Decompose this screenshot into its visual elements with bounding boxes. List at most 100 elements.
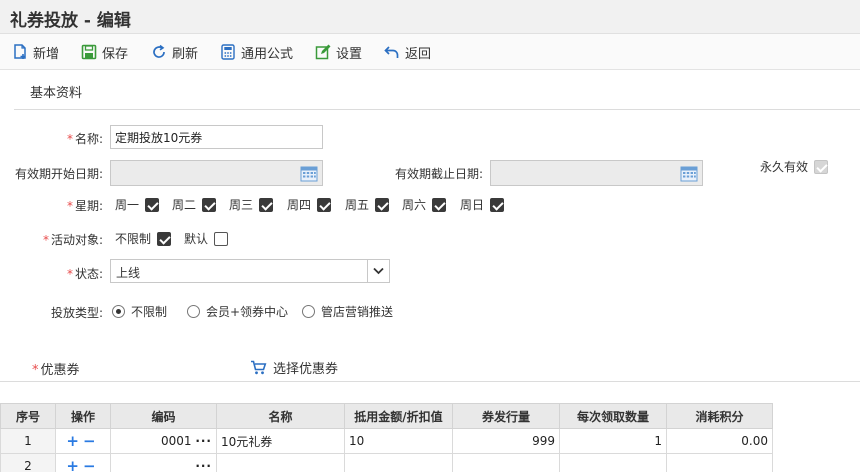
column-header: 编码 xyxy=(110,403,217,429)
name-cell: 10元礼券 xyxy=(216,428,345,454)
weekday-checkbox[interactable] xyxy=(432,197,447,212)
ops-cell: +− xyxy=(55,428,111,454)
amount-cell: 10 xyxy=(344,428,453,454)
seq-cell: 1 xyxy=(0,428,56,454)
refresh-button-label: 刷新 xyxy=(172,46,199,62)
dropdown-arrow[interactable] xyxy=(367,260,389,282)
table-row: 2 +− ··· xyxy=(0,453,773,472)
add-row-icon[interactable]: + xyxy=(66,457,83,472)
target-default-label: 默认 xyxy=(184,232,209,246)
weekday-checkbox[interactable] xyxy=(145,197,160,212)
status-select[interactable]: 上线 xyxy=(110,259,390,283)
section-divider xyxy=(14,109,860,110)
column-header: 每次领取数量 xyxy=(559,403,667,429)
back-button-label: 返回 xyxy=(405,46,432,62)
remove-row-icon[interactable]: − xyxy=(83,432,100,450)
weekday-label: 周四 xyxy=(287,198,312,212)
save-button[interactable]: 保存 xyxy=(81,43,129,62)
back-button[interactable]: 返回 xyxy=(384,43,432,62)
back-arrow-icon xyxy=(384,46,399,58)
page-title: 礼券投放 - 编辑 xyxy=(10,11,131,31)
refresh-icon xyxy=(153,44,165,58)
name-input[interactable] xyxy=(110,125,323,149)
type-option-label: 会员+领券中心 xyxy=(206,305,289,319)
more-icon[interactable]: ··· xyxy=(195,434,212,448)
type-option-member[interactable]: 会员+领券中心 xyxy=(187,303,288,320)
weekday-checkbox[interactable] xyxy=(202,197,217,212)
formula-button[interactable]: 通用公式 xyxy=(220,43,293,62)
radio-button[interactable] xyxy=(187,305,200,318)
new-button-label: 新增 xyxy=(33,46,60,62)
code-cell[interactable]: 0001 ··· xyxy=(110,428,217,454)
type-label: 投放类型: xyxy=(50,306,103,320)
target-label: * 活动对象: xyxy=(42,233,103,247)
weekday-wed[interactable]: 周三 xyxy=(229,196,274,213)
name-cell xyxy=(216,453,345,472)
type-option-unlimited[interactable]: 不限制 xyxy=(112,303,167,320)
weekday-label: 周日 xyxy=(460,198,485,212)
weekday-checkbox[interactable] xyxy=(317,197,332,212)
cart-icon xyxy=(251,360,267,375)
end-date-input[interactable] xyxy=(490,160,703,186)
per-cell[interactable] xyxy=(559,453,667,472)
weekday-label: 周二 xyxy=(172,198,197,212)
target-unlimited-option[interactable]: 不限制 xyxy=(115,230,172,247)
weekday-fri[interactable]: 周五 xyxy=(345,196,390,213)
save-icon xyxy=(81,44,97,60)
chevron-down-icon xyxy=(373,267,384,275)
weekday-thu[interactable]: 周四 xyxy=(287,196,332,213)
code-cell[interactable]: ··· xyxy=(110,453,217,472)
start-date-label: 有效期开始日期: xyxy=(14,167,103,181)
column-header: 名称 xyxy=(216,403,345,429)
calendar-icon[interactable] xyxy=(680,165,698,182)
weekday-label: 周三 xyxy=(229,198,254,212)
add-row-icon[interactable]: + xyxy=(66,432,83,450)
issue-cell[interactable] xyxy=(452,453,560,472)
weekday-label: 周六 xyxy=(402,198,427,212)
save-button-label: 保存 xyxy=(102,46,129,62)
weekday-mon[interactable]: 周一 xyxy=(115,196,160,213)
radio-button[interactable] xyxy=(112,305,125,318)
column-header: 券发行量 xyxy=(452,403,560,429)
column-header: 序号 xyxy=(0,403,56,429)
per-cell[interactable]: 1 xyxy=(559,428,667,454)
week-label: * 星期: xyxy=(66,199,103,213)
weekday-checkbox[interactable] xyxy=(490,197,505,212)
refresh-button[interactable]: 刷新 xyxy=(151,43,199,62)
target-default-option[interactable]: 默认 xyxy=(184,230,229,247)
points-cell[interactable]: 0.00 xyxy=(666,428,773,454)
edit-settings-icon xyxy=(315,44,331,60)
more-icon[interactable]: ··· xyxy=(195,459,212,472)
target-default-checkbox[interactable] xyxy=(214,231,229,246)
type-option-label: 不限制 xyxy=(131,305,168,319)
weekday-checkbox[interactable] xyxy=(375,197,390,212)
column-header: 消耗积分 xyxy=(666,403,773,429)
target-unlimited-checkbox[interactable] xyxy=(157,231,172,246)
type-option-marketing[interactable]: 管店营销推送 xyxy=(302,303,393,320)
new-button[interactable]: 新增 xyxy=(12,43,60,62)
settings-button-label: 设置 xyxy=(336,46,363,62)
title-bar: 礼券投放 - 编辑 xyxy=(0,0,860,34)
remove-row-icon[interactable]: − xyxy=(83,457,100,472)
table-header-row: 序号 操作 编码 名称 抵用金额/折扣值 券发行量 每次领取数量 消耗积分 xyxy=(0,403,773,429)
calculator-icon xyxy=(221,44,235,60)
status-label: * 状态: xyxy=(66,267,103,281)
points-cell[interactable] xyxy=(666,453,773,472)
issue-cell[interactable]: 999 xyxy=(452,428,560,454)
weekday-checkbox[interactable] xyxy=(259,197,274,212)
seq-cell: 2 xyxy=(0,453,56,472)
weekday-sat[interactable]: 周六 xyxy=(402,196,447,213)
coupon-table: 序号 操作 编码 名称 抵用金额/折扣值 券发行量 每次领取数量 消耗积分 1 … xyxy=(0,403,773,472)
basic-info-section-header: 基本资料 xyxy=(0,70,860,110)
radio-button[interactable] xyxy=(302,305,315,318)
status-value: 上线 xyxy=(116,266,141,280)
start-date-input[interactable] xyxy=(110,160,323,186)
permanent-checkbox[interactable] xyxy=(814,159,829,174)
permanent-option: 永久有效 xyxy=(760,158,829,175)
weekday-sun[interactable]: 周日 xyxy=(460,196,505,213)
settings-button[interactable]: 设置 xyxy=(315,43,363,62)
calendar-icon[interactable] xyxy=(300,165,318,182)
weekday-tue[interactable]: 周二 xyxy=(172,196,217,213)
choose-coupon-button[interactable]: 选择优惠券 xyxy=(250,358,338,377)
target-unlimited-label: 不限制 xyxy=(115,232,152,246)
